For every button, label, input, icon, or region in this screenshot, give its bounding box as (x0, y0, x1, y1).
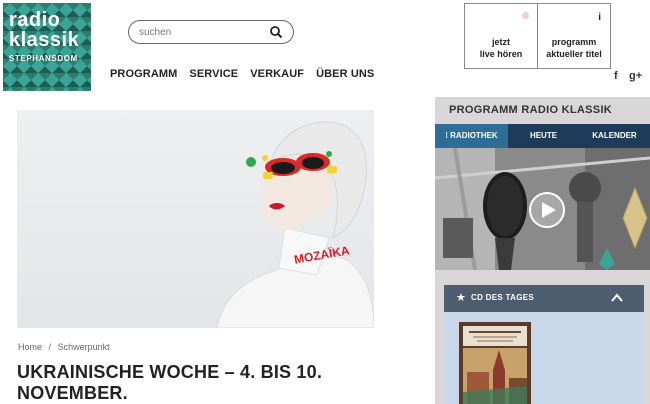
search-icon[interactable] (269, 25, 283, 39)
live-label-2: live hören (479, 49, 523, 59)
logo-line-2: klassik (9, 29, 80, 51)
cd-des-tages-label: CD DES TAGES (471, 293, 535, 302)
cd-des-tages-bar[interactable]: ★ CD DES TAGES (444, 285, 644, 312)
logo-line-1: radio (9, 9, 61, 31)
breadcrumb-schwerpunkt[interactable]: Schwerpunkt (58, 342, 110, 352)
live-indicator-icon (522, 12, 529, 19)
facebook-icon[interactable]: f (614, 70, 618, 82)
google-plus-icon[interactable]: g+ (629, 70, 642, 82)
search-box[interactable] (128, 20, 294, 44)
chevron-up-icon[interactable] (610, 291, 624, 305)
live-listen-button[interactable]: jetzt live hören (464, 3, 538, 69)
radiothek-image[interactable] (435, 148, 650, 270)
breadcrumb-separator: / (48, 342, 52, 352)
hero-image[interactable]: MOZAÏKA (17, 110, 374, 328)
tab-kalender[interactable]: KALENDER (579, 124, 650, 148)
cd-cover-image[interactable] (459, 322, 531, 404)
nav-service[interactable]: SERVICE (189, 68, 238, 80)
programm-label-1: programm (551, 37, 597, 47)
program-tabs: ⁞ RADIOTHEK HEUTE KALENDER (435, 124, 650, 148)
nav-programm[interactable]: PROGRAMM (110, 68, 177, 80)
tab-radiothek-label: RADIOTHEK (450, 131, 498, 140)
sidebar-title: PROGRAMM RADIO KLASSIK (449, 104, 613, 116)
current-track-button[interactable]: i programm aktueller titel (537, 3, 611, 69)
programm-label-2: aktueller titel (546, 49, 602, 59)
tab-heute[interactable]: HEUTE (508, 124, 579, 148)
sidebar-header: PROGRAMM RADIO KLASSIK (435, 97, 650, 124)
breadcrumb: Home / Schwerpunkt (18, 342, 114, 352)
main-nav: PROGRAMM SERVICE VERKAUF ÜBER UNS (110, 68, 386, 80)
info-icon[interactable]: i (598, 12, 601, 23)
tab-radiothek[interactable]: ⁞ RADIOTHEK (435, 124, 508, 148)
search-input[interactable] (139, 24, 259, 40)
logo-line-3: STEPHANSDOM (9, 54, 78, 63)
nav-ueber-uns[interactable]: ÜBER UNS (316, 68, 374, 80)
breadcrumb-home[interactable]: Home (18, 342, 42, 352)
live-label-1: jetzt (492, 37, 510, 47)
star-icon: ★ (456, 292, 466, 304)
nav-verkauf[interactable]: VERKAUF (250, 68, 304, 80)
article-headline[interactable]: UKRAINISCHE WOCHE – 4. BIS 10. NOVEMBER. (17, 362, 377, 404)
radio-klassik-logo[interactable]: radio klassik STEPHANSDOM (3, 3, 91, 91)
